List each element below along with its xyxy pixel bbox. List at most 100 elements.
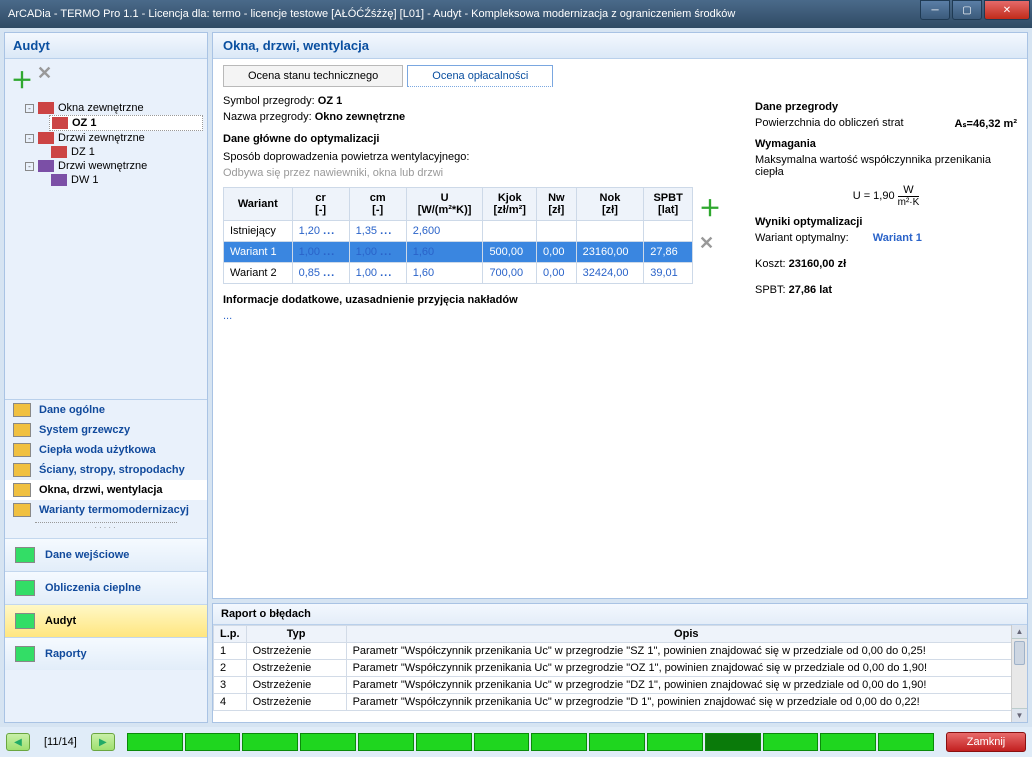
- progress-seg[interactable]: [185, 733, 241, 751]
- tree-node[interactable]: -Drzwi wewnętrzne: [23, 159, 203, 173]
- next-button[interactable]: ▶: [91, 733, 115, 751]
- table-cell[interactable]: 23160,00: [576, 242, 644, 263]
- table-cell[interactable]: [576, 221, 644, 242]
- table-cell[interactable]: 0,00: [537, 263, 577, 284]
- table-cell[interactable]: 39,01: [644, 263, 693, 284]
- table-header[interactable]: SPBT[lat]: [644, 188, 693, 221]
- table-cell[interactable]: 0,85 ...: [292, 263, 349, 284]
- table-cell[interactable]: 1,60: [406, 242, 483, 263]
- error-row[interactable]: 1OstrzeżenieParametr "Współczynnik przen…: [214, 643, 1027, 660]
- tool-warianty[interactable]: Warianty termomodernizacyj: [5, 500, 207, 520]
- table-cell[interactable]: 700,00: [483, 263, 537, 284]
- table-cell[interactable]: [537, 221, 577, 242]
- delete-row-icon[interactable]: ✕: [699, 233, 721, 254]
- col-lp[interactable]: L.p.: [214, 626, 247, 643]
- tree-node[interactable]: -Drzwi zewnętrzne: [23, 131, 203, 145]
- table-cell[interactable]: 27,86: [644, 242, 693, 263]
- table-cell[interactable]: 1,60: [406, 263, 483, 284]
- table-row[interactable]: Istniejący1,20 ...1,35 ...2,600: [224, 221, 693, 242]
- nav-obliczenia[interactable]: Obliczenia cieplne: [5, 571, 207, 604]
- scroll-thumb[interactable]: [1014, 641, 1025, 665]
- table-header[interactable]: Nok[zł]: [576, 188, 644, 221]
- error-row[interactable]: 3OstrzeżenieParametr "Współczynnik przen…: [214, 677, 1027, 694]
- close-window-button[interactable]: ✕: [984, 0, 1030, 20]
- table-cell[interactable]: 1,00 ...: [349, 242, 406, 263]
- tool-ciepla-woda[interactable]: Ciepła woda użytkowa: [5, 440, 207, 460]
- table-cell[interactable]: 1,00 ...: [349, 263, 406, 284]
- progress-seg-current[interactable]: [705, 733, 761, 751]
- table-cell[interactable]: Wariant 2: [224, 263, 293, 284]
- tool-sciany-stropy[interactable]: Ściany, stropy, stropodachy: [5, 460, 207, 480]
- table-header[interactable]: cr[-]: [292, 188, 349, 221]
- table-cell[interactable]: Wariant 1: [224, 242, 293, 263]
- progress-seg[interactable]: [358, 733, 414, 751]
- table-cell[interactable]: [644, 221, 693, 242]
- table-header[interactable]: U[W/(m²*K)]: [406, 188, 483, 221]
- close-button[interactable]: Zamknij: [946, 732, 1026, 752]
- error-row[interactable]: 2OstrzeżenieParametr "Współczynnik przen…: [214, 660, 1027, 677]
- wopt-value[interactable]: Wariant 1: [873, 232, 922, 244]
- table-cell[interactable]: 1,35 ...: [349, 221, 406, 242]
- table-header[interactable]: Wariant: [224, 188, 293, 221]
- edit-dots-icon[interactable]: ...: [380, 267, 392, 279]
- progress-seg[interactable]: [242, 733, 298, 751]
- progress-seg[interactable]: [127, 733, 183, 751]
- tool-system-grzewczy[interactable]: System grzewczy: [5, 420, 207, 440]
- progress-seg[interactable]: [878, 733, 934, 751]
- tab-ocena-stanu[interactable]: Ocena stanu technicznego: [223, 65, 403, 87]
- scrollbar[interactable]: ▲ ▼: [1011, 625, 1027, 722]
- table-cell[interactable]: 0,00: [537, 242, 577, 263]
- table-header[interactable]: Nw[zł]: [537, 188, 577, 221]
- col-typ[interactable]: Typ: [246, 626, 346, 643]
- table-cell[interactable]: Istniejący: [224, 221, 293, 242]
- table-cell[interactable]: [483, 221, 537, 242]
- nav-audyt[interactable]: Audyt: [5, 604, 207, 637]
- maximize-button[interactable]: ▢: [952, 0, 982, 20]
- tree-node[interactable]: -Okna zewnętrzne: [23, 101, 203, 115]
- table-cell[interactable]: 1,20 ...: [292, 221, 349, 242]
- edit-dots-icon[interactable]: ...: [380, 246, 392, 258]
- collapse-icon[interactable]: -: [25, 104, 34, 113]
- edit-dots-icon[interactable]: ...: [323, 246, 335, 258]
- table-cell[interactable]: 32424,00: [576, 263, 644, 284]
- add-row-icon[interactable]: ＋: [699, 191, 721, 223]
- extra-info-edit[interactable]: ...: [223, 306, 739, 326]
- progress-seg[interactable]: [589, 733, 645, 751]
- delete-icon[interactable]: ✕: [37, 63, 52, 95]
- tab-ocena-oplacalnosci[interactable]: Ocena opłacalności: [407, 65, 553, 87]
- nav-raporty[interactable]: Raporty: [5, 637, 207, 670]
- progress-seg[interactable]: [416, 733, 472, 751]
- scroll-down-icon[interactable]: ▼: [1012, 708, 1027, 722]
- minimize-button[interactable]: ─: [920, 0, 950, 20]
- resize-handle[interactable]: ·····: [35, 522, 177, 532]
- edit-dots-icon[interactable]: ...: [323, 225, 335, 237]
- progress-seg[interactable]: [300, 733, 356, 751]
- progress-seg[interactable]: [763, 733, 819, 751]
- edit-dots-icon[interactable]: ...: [323, 267, 335, 279]
- table-header[interactable]: Kjok[zł/m²]: [483, 188, 537, 221]
- col-opis[interactable]: Opis: [346, 626, 1026, 643]
- progress-seg[interactable]: [474, 733, 530, 751]
- progress-seg[interactable]: [647, 733, 703, 751]
- table-header[interactable]: cm[-]: [349, 188, 406, 221]
- tool-okna-drzwi[interactable]: Okna, drzwi, wentylacja: [5, 480, 207, 500]
- table-row[interactable]: Wariant 20,85 ...1,00 ...1,60700,000,003…: [224, 263, 693, 284]
- tree-node[interactable]: DZ 1: [49, 145, 203, 159]
- table-cell[interactable]: 500,00: [483, 242, 537, 263]
- tool-dane-ogolne[interactable]: Dane ogólne: [5, 400, 207, 420]
- tree-node-selected[interactable]: OZ 1: [49, 115, 203, 131]
- add-icon[interactable]: ＋: [11, 63, 33, 95]
- table-cell[interactable]: 1,00 ...: [292, 242, 349, 263]
- edit-dots-icon[interactable]: ...: [380, 225, 392, 237]
- progress-seg[interactable]: [820, 733, 876, 751]
- collapse-icon[interactable]: -: [25, 162, 34, 171]
- prev-button[interactable]: ◀: [6, 733, 30, 751]
- progress-seg[interactable]: [531, 733, 587, 751]
- scroll-up-icon[interactable]: ▲: [1012, 625, 1027, 639]
- nav-dane-wejsciowe[interactable]: Dane wejściowe: [5, 538, 207, 571]
- table-row[interactable]: Wariant 11,00 ...1,00 ...1,60500,000,002…: [224, 242, 693, 263]
- collapse-icon[interactable]: -: [25, 134, 34, 143]
- error-row[interactable]: 4OstrzeżenieParametr "Współczynnik przen…: [214, 694, 1027, 711]
- tree-node[interactable]: DW 1: [49, 173, 203, 187]
- table-cell[interactable]: 2,600: [406, 221, 483, 242]
